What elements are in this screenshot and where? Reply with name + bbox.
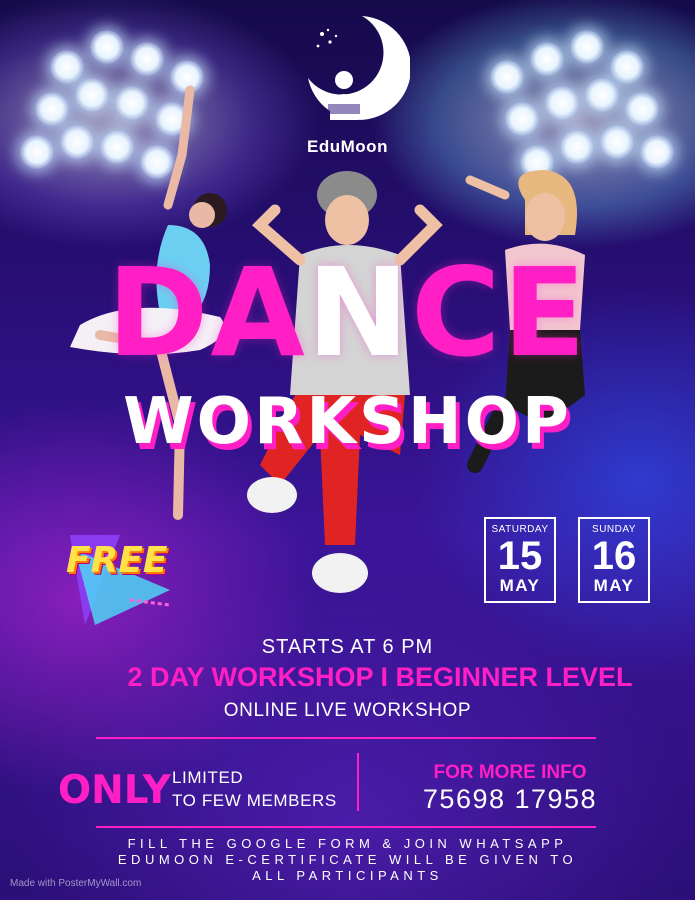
date-number: 16 bbox=[591, 534, 637, 578]
limited-seats: LIMITED TO FEW MEMBERS bbox=[172, 766, 337, 812]
divider-line-bottom bbox=[96, 826, 596, 828]
divider-line-top bbox=[96, 737, 596, 739]
start-time: STARTS AT 6 PM bbox=[261, 636, 434, 658]
date-box-saturday: SATURDAY 15 MAY bbox=[484, 517, 556, 603]
footer-instructions: FILL THE GOOGLE FORM & JOIN WHATSAPP EDU… bbox=[0, 836, 695, 884]
date-month: MAY bbox=[593, 576, 635, 595]
limited-line-2: TO FEW MEMBERS bbox=[172, 791, 337, 810]
title-workshop: WORKSHOP bbox=[123, 385, 572, 459]
footer-line-2: EDUMOON E-CERTIFICATE WILL BE GIVEN TO bbox=[117, 852, 578, 867]
date-number: 15 bbox=[497, 534, 543, 578]
workshop-level: 2 DAY WORKSHOP I BEGINNER LEVEL bbox=[127, 662, 633, 692]
edumoon-logo bbox=[308, 16, 410, 120]
vertical-divider bbox=[357, 753, 359, 811]
only-label: ONLY bbox=[58, 768, 171, 813]
date-box-sunday: SUNDAY 16 MAY bbox=[578, 517, 650, 603]
free-badge: FREE bbox=[66, 540, 168, 581]
workshop-mode: ONLINE LIVE WORKSHOP bbox=[223, 700, 472, 721]
more-info-label: FOR MORE INFO bbox=[433, 762, 587, 783]
footer-line-1: FILL THE GOOGLE FORM & JOIN WHATSAPP bbox=[127, 836, 568, 851]
limited-line-1: LIMITED bbox=[172, 768, 244, 787]
title-dance: DANCE bbox=[107, 242, 588, 384]
watermark: Made with PosterMyWall.com bbox=[10, 878, 142, 889]
phone-number: 75698 17958 bbox=[422, 784, 598, 814]
date-month: MAY bbox=[499, 576, 541, 595]
